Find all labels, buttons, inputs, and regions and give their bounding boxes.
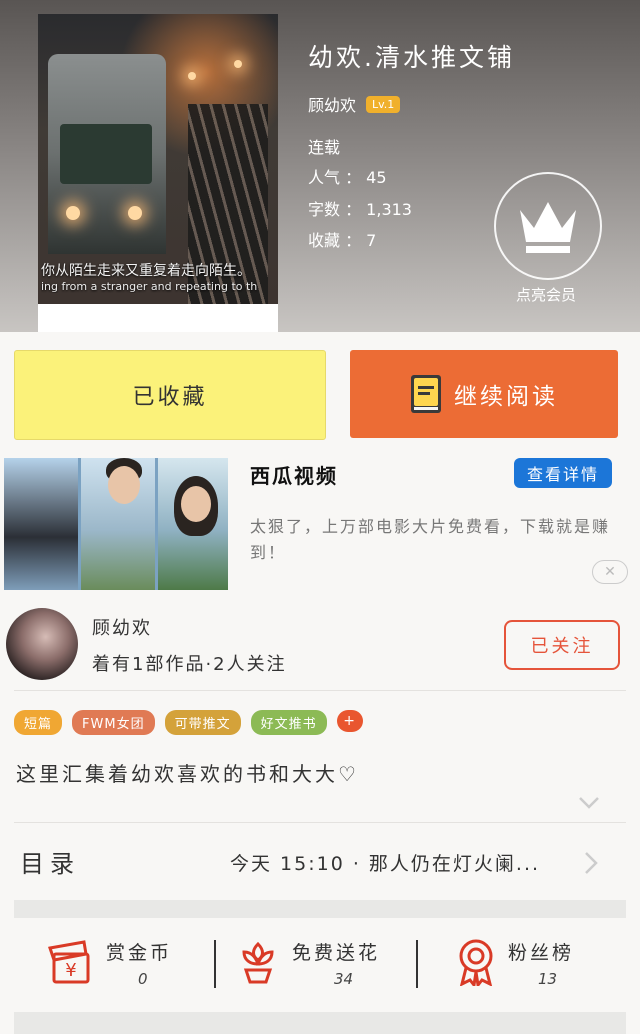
flower-icon [242, 941, 274, 984]
vip-button[interactable] [494, 172, 602, 280]
ad-close-button[interactable]: ✕ [592, 560, 628, 584]
book-cover[interactable]: 你从陌生走来又重复着走向陌生。 ing from a stranger and … [38, 14, 278, 332]
vip-label: 点亮会员 [515, 286, 576, 304]
flowers-label: 免费送花 [292, 942, 381, 964]
svg-text:¥: ¥ [65, 960, 76, 981]
tag-list: 短篇 FWM女团 可带推文 好文推书 + [14, 710, 363, 735]
word-count-text: 字数 ： 1,313 [308, 200, 412, 219]
ad-description[interactable]: 太狠了，上万部电影大片免费看，下载就是赚到！ [250, 514, 616, 566]
book-icon [411, 375, 441, 413]
follow-button[interactable]: 已关注 [504, 620, 620, 670]
divider [14, 822, 626, 823]
coins-label: 赏金币 [106, 942, 173, 964]
section-gap [14, 1012, 626, 1034]
tag-item[interactable]: 好文推书 [250, 710, 327, 735]
author-card-stats: 着有1部作品·2人关注 [92, 654, 287, 675]
author-name[interactable]: 顾幼欢 [308, 92, 356, 116]
tag-item[interactable]: 可带推文 [164, 710, 241, 735]
favorited-label: 已收藏 [132, 385, 208, 410]
ad-image[interactable] [4, 458, 228, 590]
crown-icon [520, 202, 576, 253]
ad-title[interactable]: 西瓜视频 [250, 460, 338, 489]
book-title: 幼欢.清水推文铺 [308, 43, 515, 72]
red-envelope-icon: ¥ [48, 940, 90, 984]
coins-value: 0 [138, 970, 148, 988]
favorited-button[interactable]: 已收藏 [14, 350, 326, 440]
reward-coins-button[interactable]: ¥ 赏金币 0 [14, 918, 214, 1014]
stats-bar: ¥ 赏金币 0 免费送花 34 粉丝榜 13 [14, 918, 626, 1014]
fan-ranking-button[interactable]: 粉丝榜 13 [420, 918, 626, 1014]
cover-caption-en: ing from a stranger and repeating to th [41, 280, 258, 293]
send-flowers-button[interactable]: 免费送花 34 [218, 918, 416, 1014]
continue-reading-label: 继续阅读 [454, 384, 558, 410]
continue-reading-button[interactable]: 继续阅读 [350, 350, 618, 438]
tag-item[interactable]: FWM女团 [72, 710, 155, 735]
status-text: 连载 [308, 138, 341, 157]
section-gap [14, 900, 626, 918]
flowers-value: 34 [334, 970, 354, 988]
medal-icon [459, 939, 493, 986]
author-card-name[interactable]: 顾幼欢 [92, 614, 152, 640]
avatar[interactable] [6, 608, 78, 680]
favorites-count-text: 收藏 ： 7 [308, 231, 377, 250]
popularity-text: 人气 ： 45 [308, 168, 387, 187]
fans-value: 13 [538, 970, 558, 988]
toc-latest-chapter[interactable]: 今天 15:10 · 那人仍在灯火阑... [230, 849, 560, 876]
train-graphic [48, 54, 166, 254]
chevron-right-icon[interactable] [584, 851, 598, 875]
stat-divider [214, 940, 216, 988]
level-badge: Lv.1 [366, 95, 401, 113]
book-detail-page: 你从陌生走来又重复着走向陌生。 ing from a stranger and … [0, 0, 640, 1034]
book-header: 你从陌生走来又重复着走向陌生。 ing from a stranger and … [0, 0, 640, 332]
add-tag-button[interactable]: + [336, 710, 363, 732]
tag-item[interactable]: 短篇 [14, 710, 63, 735]
author-row: 顾幼欢 Lv.1 [308, 92, 401, 116]
chevron-down-icon[interactable] [578, 796, 600, 810]
cover-caption-zh: 你从陌生走来又重复着走向陌生。 [41, 263, 251, 279]
divider [14, 690, 626, 691]
stat-divider [416, 940, 418, 988]
toc-label[interactable]: 目录 [20, 844, 80, 879]
fans-label: 粉丝榜 [508, 942, 575, 964]
ad-detail-button[interactable]: 查看详情 [514, 458, 612, 488]
follow-label: 已关注 [530, 636, 594, 657]
book-intro: 这里汇集着幼欢喜欢的书和大大♡ [16, 762, 359, 786]
cover-image: 你从陌生走来又重复着走向陌生。 ing from a stranger and … [38, 14, 278, 304]
